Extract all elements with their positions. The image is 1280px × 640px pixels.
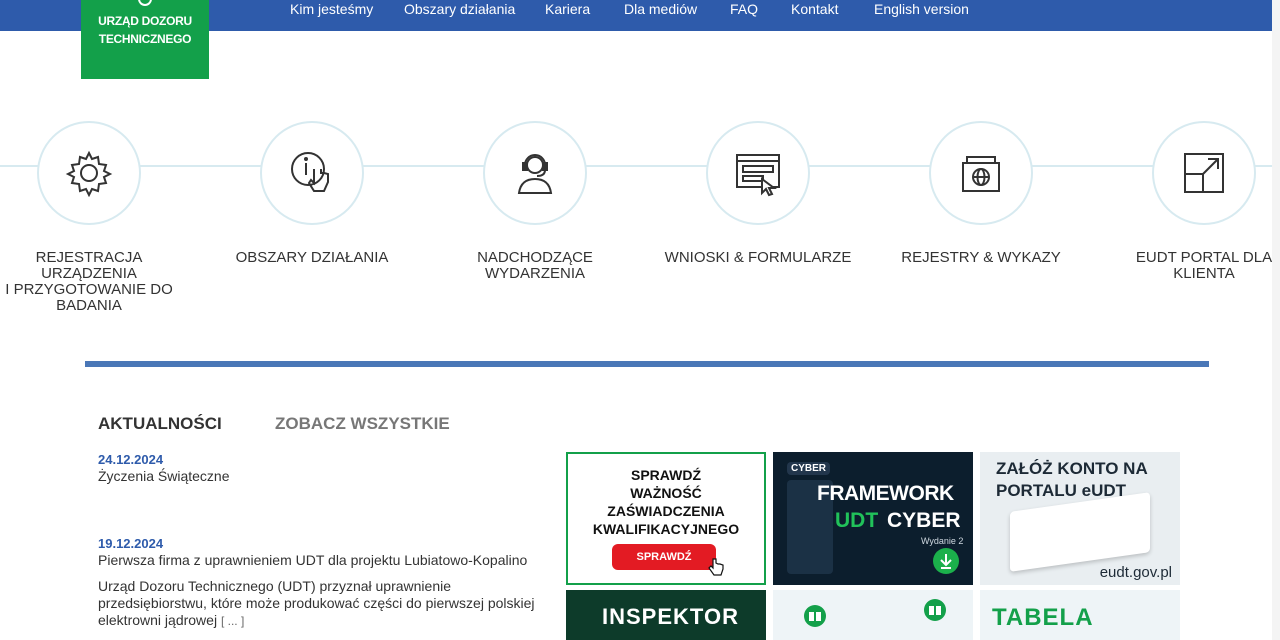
promo-check-certificate[interactable]: SPRAWDŹ WAŻNOŚĆ ZAŚWIADCZENIA KWALIFIKAC… (566, 452, 766, 585)
nav-obszary-dzialania[interactable]: Obszary działania (404, 1, 515, 17)
cyber-badge: CYBER (787, 462, 831, 475)
download-icon (933, 548, 959, 574)
headset-person-icon (517, 154, 553, 194)
tile-eudt-portal[interactable] (1152, 121, 1256, 225)
promo-inspector[interactable]: INSPEKTOR (566, 590, 766, 640)
shield-icon (138, 0, 152, 6)
promo-table[interactable]: TABELA (980, 590, 1180, 640)
tablet-image (1010, 492, 1150, 572)
promo-create-account[interactable]: ZAŁÓŻ KONTO NA PORTALU eUDT eudt.gov.pl (980, 452, 1180, 585)
tile-label-events[interactable]: NADCHODZĄCE WYDARZENIA (446, 250, 624, 282)
tile-label-eudt-portal[interactable]: EUDT PORTAL DLA KLIENTA (1115, 250, 1280, 282)
tile-label-areas[interactable]: OBSZARY DZIAŁANIA (223, 250, 401, 266)
promo-table-text: TABELA (992, 604, 1094, 631)
nav-kariera[interactable]: Kariera (545, 1, 590, 17)
tile-label-registration[interactable]: REJESTRACJA URZĄDZENIA I PRZYGOTOWANIE D… (0, 250, 178, 314)
logo-line-2: TECHNICZNEGO (98, 32, 192, 46)
news-date: 19.12.2024 (98, 536, 164, 551)
promo-cyber-title: FRAMEWORK (817, 482, 954, 505)
section-divider (85, 361, 1209, 367)
book-icon (924, 599, 946, 621)
news-heading: AKTUALNOŚCI (98, 414, 222, 433)
logo-line-1: URZĄD DOZORU (98, 14, 192, 28)
info-touch-icon (291, 152, 329, 192)
tiles-divider (0, 165, 1280, 167)
promo-inspector-text: INSPEKTOR (602, 604, 739, 629)
news-excerpt: Urząd Dozoru Technicznego (UDT) przyznał… (98, 578, 538, 630)
tile-registration[interactable] (37, 121, 141, 225)
news-title-link[interactable]: Pierwsza firma z uprawnieniem UDT dla pr… (98, 552, 527, 568)
promo-banner[interactable] (773, 590, 973, 640)
promo-cyber-word: CYBER (887, 509, 961, 532)
browser-form-icon (736, 154, 780, 197)
see-all-news-link[interactable]: ZOBACZ WSZYSTKIE (275, 414, 450, 434)
tile-events[interactable] (483, 121, 587, 225)
nav-english-version[interactable]: English version (874, 1, 969, 17)
tile-label-forms[interactable]: WNIOSKI & FORMULARZE (651, 250, 865, 266)
news-date: 24.12.2024 (98, 452, 164, 467)
tile-registers[interactable] (929, 121, 1033, 225)
registry-icon (962, 156, 1000, 192)
promo-account-text: ZAŁÓŻ KONTO NA PORTALU eUDT (996, 459, 1148, 500)
promo-framework-cyber[interactable]: CYBER FRAMEWORK UDT CYBER Wydanie 2 (773, 452, 973, 585)
read-more-link[interactable]: [ ... ] (221, 614, 244, 628)
external-link-icon (1184, 153, 1224, 193)
promo-cyber-edition: Wydanie 2 (921, 536, 964, 546)
nav-faq[interactable]: FAQ (730, 1, 758, 17)
pointer-hand-icon (708, 558, 724, 576)
promo-account-url: eudt.gov.pl (1099, 564, 1172, 581)
tile-forms[interactable] (706, 121, 810, 225)
promo-check-text: SPRAWDŹ WAŻNOŚĆ ZAŚWIADCZENIA KWALIFIKAC… (592, 467, 740, 537)
nav-kontakt[interactable]: Kontakt (791, 1, 838, 17)
nav-kim-jestesmy[interactable]: Kim jesteśmy (290, 1, 373, 17)
scrollbar[interactable] (1272, 0, 1280, 640)
promo-cyber-udt: UDT (835, 509, 879, 532)
book-icon (804, 605, 826, 627)
tile-label-registers[interactable]: REJESTRY & WYKAZY (892, 250, 1070, 266)
check-button[interactable]: SPRAWDŹ (612, 544, 716, 570)
tile-areas[interactable] (260, 121, 364, 225)
news-title-link[interactable]: Życzenia Świąteczne (98, 468, 230, 484)
news-excerpt-text: Urząd Dozoru Technicznego (UDT) przyznał… (98, 578, 535, 628)
nav-dla-mediow[interactable]: Dla mediów (624, 1, 697, 17)
udt-logo[interactable]: URZĄD DOZORU TECHNICZNEGO (81, 0, 209, 79)
gear-icon (65, 150, 113, 197)
